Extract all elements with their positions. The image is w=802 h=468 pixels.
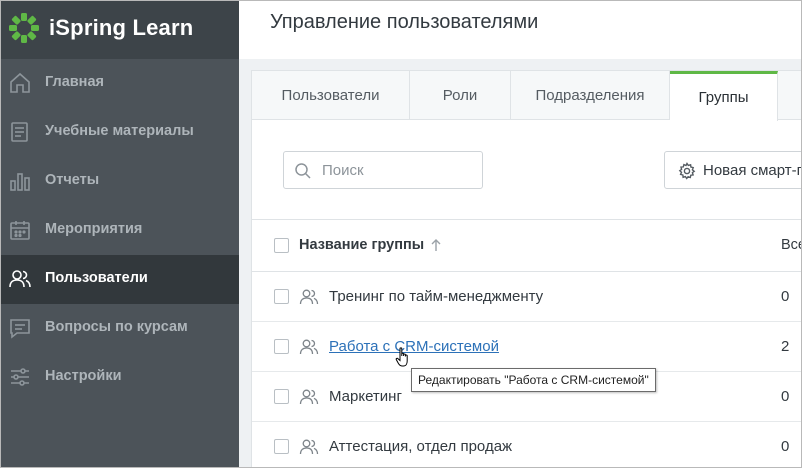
- group-icon: [299, 289, 319, 305]
- search-icon: [295, 163, 311, 179]
- book-icon: [8, 120, 32, 144]
- main-content: Управление пользователями Пользователи Р…: [239, 1, 802, 467]
- search-placeholder: Поиск: [322, 162, 364, 179]
- row-checkbox[interactable]: [274, 289, 289, 304]
- sidebar: iSpring Learn Главная Учебные материалы …: [1, 1, 239, 467]
- sidebar-item-label: Вопросы по курсам: [45, 319, 188, 335]
- sidebar-item-label: Главная: [45, 74, 104, 90]
- group-member-count: 0: [781, 388, 790, 405]
- group-member-count: 0: [781, 438, 790, 455]
- sort-arrow-up-icon[interactable]: [430, 238, 442, 252]
- sidebar-item-materials[interactable]: Учебные материалы: [1, 108, 239, 157]
- tab-label: Роли: [442, 87, 478, 104]
- table-header: Название группы Все: [252, 219, 801, 272]
- sidebar-item-home[interactable]: Главная: [1, 59, 239, 108]
- app-window: iSpring Learn Главная Учебные материалы …: [0, 0, 802, 468]
- row-checkbox[interactable]: [274, 389, 289, 404]
- group-name-link[interactable]: Работа с CRM-системой: [329, 338, 499, 355]
- tab-label: Группы: [698, 89, 749, 106]
- new-smart-group-button[interactable]: Новая смарт-г: [664, 151, 802, 189]
- sidebar-item-questions[interactable]: Вопросы по курсам: [1, 304, 239, 353]
- sliders-icon: [8, 365, 32, 389]
- tab-departments[interactable]: Подразделения: [511, 71, 670, 120]
- group-name: Маркетинг: [329, 388, 402, 405]
- brand[interactable]: iSpring Learn: [1, 1, 239, 59]
- edit-tooltip: Редактировать "Работа с CRM-системой": [411, 368, 656, 392]
- search-input[interactable]: Поиск: [283, 151, 483, 189]
- tab-label: Пользователи: [281, 87, 380, 104]
- page-title: Управление пользователями: [270, 11, 539, 33]
- tab-roles[interactable]: Роли: [410, 71, 511, 120]
- column-header-count[interactable]: Все: [781, 237, 801, 253]
- sidebar-nav: Главная Учебные материалы Отчеты Меропри…: [1, 59, 239, 402]
- group-name: Аттестация, отдел продаж: [329, 438, 513, 455]
- sidebar-item-label: Учебные материалы: [45, 123, 194, 139]
- new-smart-group-label: Новая смарт-г: [703, 162, 802, 179]
- tab-groups[interactable]: Группы: [670, 71, 778, 121]
- calendar-icon: [8, 218, 32, 242]
- sidebar-item-settings[interactable]: Настройки: [1, 353, 239, 402]
- sidebar-item-label: Настройки: [45, 368, 122, 384]
- tab-label: Подразделения: [535, 87, 645, 104]
- sidebar-item-events[interactable]: Мероприятия: [1, 206, 239, 255]
- group-icon: [299, 339, 319, 355]
- home-icon: [8, 71, 32, 95]
- tab-bar: Пользователи Роли Подразделения Группы: [252, 71, 801, 121]
- ispring-logo-icon: [9, 13, 39, 43]
- table-row[interactable]: Работа с CRM-системой 2: [252, 322, 801, 372]
- brand-name: iSpring Learn: [49, 15, 194, 40]
- sidebar-item-label: Отчеты: [45, 172, 100, 188]
- bar-chart-icon: [8, 169, 32, 193]
- sidebar-item-users[interactable]: Пользователи: [1, 255, 239, 304]
- select-all-checkbox[interactable]: [274, 238, 289, 253]
- group-icon: [299, 439, 319, 455]
- group-name: Тренинг по тайм-менеджменту: [329, 288, 544, 305]
- sidebar-item-label: Пользователи: [45, 270, 148, 286]
- table-row[interactable]: Аттестация, отдел продаж 0: [252, 422, 801, 467]
- group-member-count: 2: [781, 338, 790, 355]
- tab-users[interactable]: Пользователи: [252, 71, 410, 120]
- sidebar-item-label: Мероприятия: [45, 221, 143, 237]
- table-row[interactable]: Тренинг по тайм-менеджменту 0: [252, 272, 801, 322]
- row-checkbox[interactable]: [274, 339, 289, 354]
- users-icon: [8, 267, 32, 291]
- hand-cursor-icon: [395, 347, 408, 367]
- group-member-count: 0: [781, 288, 790, 305]
- page-header: Управление пользователями: [239, 1, 801, 59]
- row-checkbox[interactable]: [274, 439, 289, 454]
- sidebar-item-reports[interactable]: Отчеты: [1, 157, 239, 206]
- group-icon: [299, 389, 319, 405]
- chat-icon: [8, 316, 32, 340]
- column-header-group-name[interactable]: Название группы: [299, 237, 424, 253]
- gear-icon: [678, 162, 696, 180]
- groups-panel: Пользователи Роли Подразделения Группы П…: [251, 70, 802, 467]
